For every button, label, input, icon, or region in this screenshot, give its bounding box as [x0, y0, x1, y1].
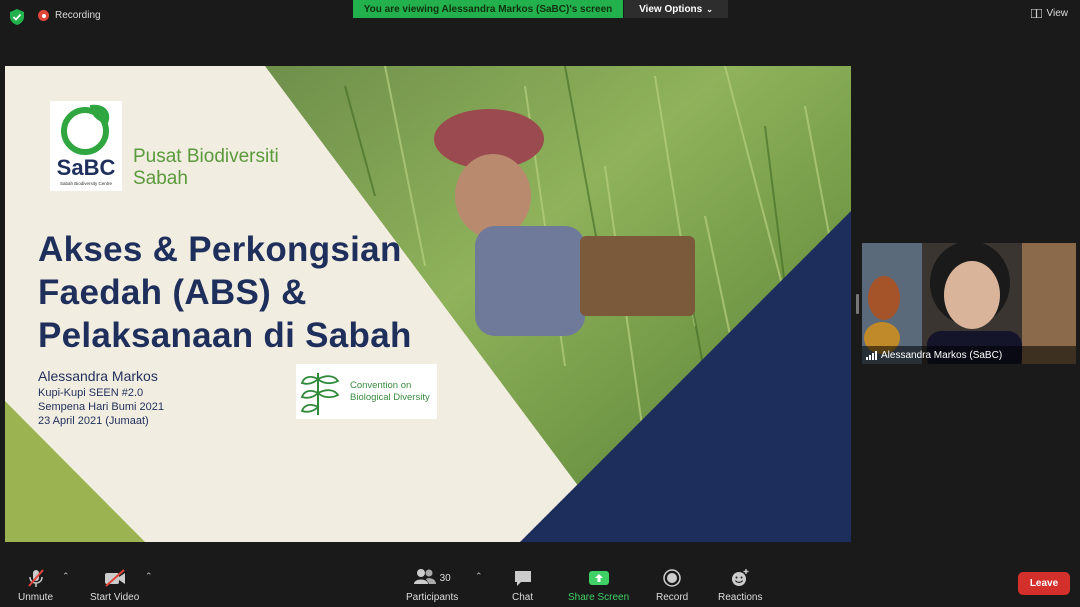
recording-indicator[interactable]: Recording [38, 10, 101, 21]
audio-options-caret[interactable]: ⌃ [62, 571, 70, 582]
share-screen-button[interactable]: Share Screen [568, 568, 629, 603]
signal-strength-icon [866, 350, 877, 360]
start-video-label: Start Video [90, 592, 140, 603]
org-name: Pusat Biodiversiti Sabah [133, 146, 279, 190]
reactions-icon [732, 569, 749, 586]
reactions-button[interactable]: Reactions [718, 568, 762, 603]
view-button[interactable]: View [1030, 8, 1069, 19]
record-dot-icon [38, 10, 49, 21]
recording-label: Recording [55, 10, 101, 21]
top-bar: Recording You are viewing Alessandra Mar… [0, 0, 1080, 34]
record-button[interactable]: Record [656, 568, 688, 603]
participants-options-caret[interactable]: ⌃ [475, 571, 483, 582]
participants-button[interactable]: 30 Participants [406, 568, 458, 603]
leave-button[interactable]: Leave [1018, 572, 1070, 595]
meta-line1: Kupi-Kupi SEEN #2.0 [38, 387, 144, 399]
title-line2: Faedah (ABS) & [38, 273, 307, 312]
chat-label: Chat [512, 592, 534, 603]
cbd-line2: Biological Diversity [350, 391, 430, 403]
shared-screen[interactable]: SaBC Sabah Biodiversity Centre Pusat Bio… [5, 66, 851, 542]
participants-count: 30 [439, 572, 451, 584]
grid-view-icon [1030, 9, 1042, 18]
record-label: Record [656, 592, 689, 603]
reactions-label: Reactions [718, 592, 763, 603]
view-options-button[interactable]: View Options ⌄ [624, 0, 728, 18]
view-label: View [1046, 8, 1069, 19]
org-name-line1: Pusat Biodiversiti [133, 146, 279, 167]
viewing-banner: You are viewing Alessandra Markos (SaBC)… [353, 0, 623, 18]
sabc-leaf-icon [61, 104, 110, 155]
participant-name-bar: Alessandra Markos (SaBC) [862, 346, 1076, 364]
participants-label: Participants [406, 592, 459, 603]
title-line1: Akses & Perkongsian [38, 230, 402, 269]
video-off-icon [104, 569, 125, 587]
participant-name: Alessandra Markos (SaBC) [881, 349, 1003, 361]
share-screen-label: Share Screen [568, 592, 630, 603]
org-name-line2: Sabah [133, 168, 188, 189]
share-screen-icon [588, 571, 609, 585]
slide-title: Akses & Perkongsian Faedah (ABS) & Pelak… [38, 228, 412, 357]
view-options-label: View Options [639, 3, 703, 15]
video-options-caret[interactable]: ⌃ [145, 571, 153, 582]
author-name: Alessandra Markos [38, 368, 158, 384]
security-shield-icon[interactable] [10, 9, 24, 25]
chat-icon [514, 571, 531, 586]
unmute-label: Unmute [18, 592, 54, 603]
participants-icon [413, 569, 436, 584]
unmute-button[interactable]: Unmute [18, 568, 53, 603]
sabc-logo: SaBC Sabah Biodiversity Centre [50, 101, 122, 191]
sabc-logo-text: SaBC [56, 155, 116, 180]
chevron-down-icon: ⌄ [706, 4, 713, 14]
record-icon [663, 569, 681, 587]
cbd-logo: Convention on Biological Diversity [296, 364, 437, 419]
cbd-line1: Convention on [350, 379, 412, 391]
meta-line2: Sempena Hari Bumi 2021 [38, 401, 164, 413]
start-video-button[interactable]: Start Video [90, 568, 139, 603]
participant-video-tile[interactable]: Alessandra Markos (SaBC) [862, 243, 1076, 364]
meta-line3: 23 April 2021 (Jumaat) [38, 415, 149, 427]
cbd-plant-icon [300, 372, 340, 415]
chat-button[interactable]: Chat [512, 568, 533, 603]
video-panel-drag-handle[interactable] [856, 294, 859, 314]
sabc-logo-subtext: Sabah Biodiversity Centre [59, 181, 113, 186]
event-details: Kupi-Kupi SEEN #2.0 Sempena Hari Bumi 20… [38, 386, 164, 428]
title-line3: Pelaksanaan di Sabah [38, 316, 412, 355]
meeting-toolbar: Unmute ⌃ Start Video ⌃ 30 Participants ⌃… [0, 560, 1080, 607]
cbd-text: Convention on Biological Diversity [350, 380, 430, 404]
mic-muted-icon [27, 569, 44, 587]
